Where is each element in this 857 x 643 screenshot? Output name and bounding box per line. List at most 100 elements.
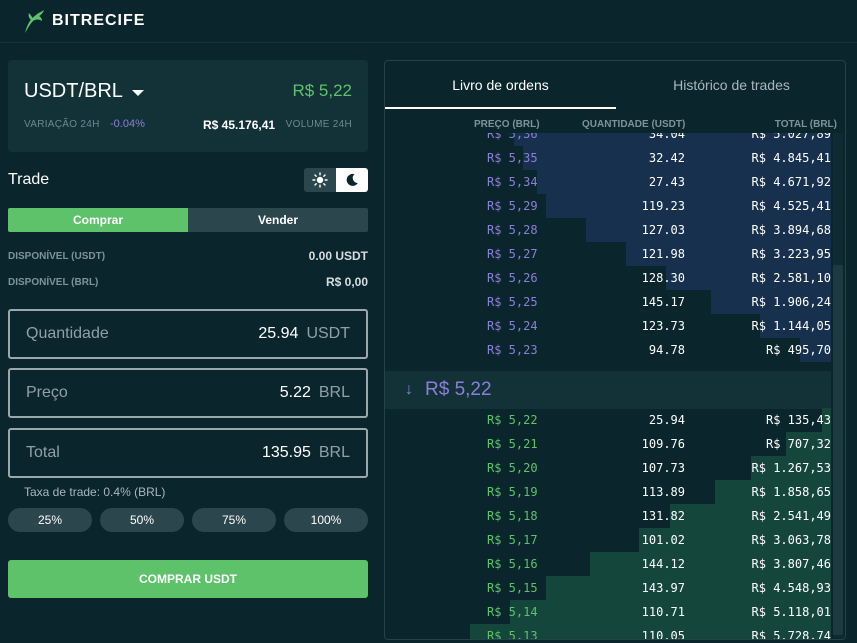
buy-usdt-button[interactable]: COMPRAR USDT <box>8 560 368 598</box>
bid-price: R$ 5,14 <box>487 605 538 619</box>
mid-price: R$ 5,22 <box>425 379 492 400</box>
ask-order-row[interactable]: R$ 5,36 34.04 R$ 5.027,89 <box>385 133 831 146</box>
bid-price: R$ 5,22 <box>487 413 538 427</box>
ask-order-row[interactable]: R$ 5,24 123.73 R$ 1.144,05 <box>385 314 831 338</box>
percent-100-button[interactable]: 100% <box>284 508 368 532</box>
ask-quantity: 127.03 <box>641 223 685 237</box>
percent-25-button[interactable]: 25% <box>8 508 92 532</box>
bid-total: R$ 3.807,46 <box>751 557 831 571</box>
ask-quantity: 123.73 <box>641 319 685 333</box>
order-book-header: PREÇO (BRL) QUANTIDADE (USDT) TOTAL (BRL… <box>385 117 845 133</box>
column-quantity: QUANTIDADE (USDT) <box>582 119 686 130</box>
moon-icon <box>346 173 358 186</box>
ask-price: R$ 5,25 <box>487 295 538 309</box>
bid-order-row[interactable]: R$ 5,13 110.05 R$ 5.728,74 <box>385 624 831 640</box>
ask-total: R$ 4.671,92 <box>751 175 831 189</box>
ask-order-row[interactable]: R$ 5,27 121.98 R$ 3.223,95 <box>385 242 831 266</box>
order-side-tabs: Comprar Vender <box>8 208 368 232</box>
pair-selector[interactable]: USDT/BRL <box>24 80 144 103</box>
total-value: 135.95 <box>261 444 311 461</box>
bid-order-row[interactable]: R$ 5,19 113.89 R$ 1.858,65 <box>385 480 831 504</box>
bid-quantity: 107.73 <box>641 461 685 475</box>
theme-light-button[interactable] <box>304 168 336 192</box>
tab-trade-history[interactable]: Histórico de trades <box>616 61 845 109</box>
ask-quantity: 34.04 <box>648 133 685 141</box>
scrollbar-thumb[interactable] <box>833 265 843 635</box>
price-field[interactable]: Preço 5.22 BRL <box>8 368 368 418</box>
percent-buttons: 25% 50% 75% 100% <box>8 508 368 532</box>
tab-sell[interactable]: Vender <box>188 208 368 232</box>
bid-price: R$ 5,16 <box>487 557 538 571</box>
pair-name: USDT/BRL <box>24 80 123 102</box>
ask-order-row[interactable]: R$ 5,34 27.43 R$ 4.671,92 <box>385 170 831 194</box>
brand-name[interactable]: BITRECIFE <box>52 12 145 30</box>
bid-quantity: 131.82 <box>641 509 685 523</box>
ask-total: R$ 4.525,41 <box>751 199 831 213</box>
ask-price: R$ 5,27 <box>487 247 538 261</box>
ask-order-row[interactable]: R$ 5,28 127.03 R$ 3.894,68 <box>385 218 831 242</box>
tab-buy[interactable]: Comprar <box>8 208 188 232</box>
app-header: BITRECIFE <box>0 0 857 43</box>
ask-order-row[interactable]: R$ 5,25 145.17 R$ 1.906,24 <box>385 290 831 314</box>
ask-price: R$ 5,29 <box>487 199 538 213</box>
tab-order-book[interactable]: Livro de ordens <box>385 61 616 109</box>
ask-price: R$ 5,36 <box>487 133 538 141</box>
bid-total: R$ 1.858,65 <box>751 485 831 499</box>
ask-price: R$ 5,24 <box>487 319 538 333</box>
ask-quantity: 128.30 <box>641 271 685 285</box>
bid-order-row[interactable]: R$ 5,17 101.02 R$ 3.063,78 <box>385 528 831 552</box>
bid-order-row[interactable]: R$ 5,18 131.82 R$ 2.541,49 <box>385 504 831 528</box>
ask-quantity: 94.78 <box>648 343 685 357</box>
bid-quantity: 101.02 <box>641 533 685 547</box>
total-field[interactable]: Total 135.95 BRL <box>8 428 368 478</box>
ask-order-row[interactable]: R$ 5,35 32.42 R$ 4.845,41 <box>385 146 831 170</box>
price-value: 5.22 <box>279 384 311 401</box>
bid-total: R$ 5.118,01 <box>751 605 831 619</box>
ask-total: R$ 3.894,68 <box>751 223 831 237</box>
bid-price: R$ 5,20 <box>487 461 538 475</box>
bid-order-row[interactable]: R$ 5,14 110.71 R$ 5.118,01 <box>385 600 831 624</box>
pair-summary-card: USDT/BRL R$ 5,22 VARIAÇÃO 24H -0.04% R$ … <box>8 60 368 152</box>
variation-value: -0.04% <box>110 118 145 130</box>
ask-order-row[interactable]: R$ 5,26 128.30 R$ 2.581,10 <box>385 266 831 290</box>
bid-order-row[interactable]: R$ 5,16 144.12 R$ 3.807,46 <box>385 552 831 576</box>
bid-price: R$ 5,19 <box>487 485 538 499</box>
quantity-field[interactable]: Quantidade 25.94 USDT <box>8 309 368 359</box>
available-brl-label: DISPONÍVEL (BRL) <box>8 276 99 288</box>
caret-down-icon <box>131 89 144 96</box>
arrow-down-icon: ↓ <box>405 381 413 398</box>
ask-quantity: 27.43 <box>648 175 685 189</box>
trade-title: Trade <box>8 171 50 188</box>
mid-price-bar: ↓ R$ 5,22 <box>385 371 831 409</box>
ask-quantity: 121.98 <box>641 247 685 261</box>
ask-price: R$ 5,34 <box>487 175 538 189</box>
total-unit: BRL <box>318 444 350 461</box>
volume-value: R$ 45.176,41 <box>203 118 276 132</box>
bid-order-row[interactable]: R$ 5,22 25.94 R$ 135,43 <box>385 408 831 432</box>
ask-total: R$ 495,70 <box>765 343 831 357</box>
ask-order-row[interactable]: R$ 5,23 94.78 R$ 495,70 <box>385 338 831 362</box>
bid-order-row[interactable]: R$ 5,21 109.76 R$ 707,32 <box>385 432 831 456</box>
column-price: PREÇO (BRL) <box>474 119 540 130</box>
order-book-panel: Livro de ordens Histórico de trades PREÇ… <box>384 60 846 640</box>
ask-orders: R$ 5,36 34.04 R$ 5.027,89 R$ 5,35 32.42 R$ 4.… <box>385 133 831 369</box>
dolphin-icon[interactable] <box>22 7 46 35</box>
available-usdt-value: 0.00 USDT <box>308 249 368 263</box>
ask-price: R$ 5,35 <box>487 151 538 165</box>
theme-dark-button[interactable] <box>336 168 368 192</box>
bid-order-row[interactable]: R$ 5,20 107.73 R$ 1.267,53 <box>385 456 831 480</box>
percent-75-button[interactable]: 75% <box>192 508 276 532</box>
bid-total: R$ 5.728,74 <box>751 629 831 640</box>
theme-toggle <box>304 168 368 192</box>
ask-total: R$ 5.027,89 <box>751 133 831 141</box>
percent-50-button[interactable]: 50% <box>100 508 184 532</box>
ask-order-row[interactable]: R$ 5,29 119.23 R$ 4.525,41 <box>385 194 831 218</box>
bid-total: R$ 707,32 <box>765 437 831 451</box>
bid-quantity: 143.97 <box>641 581 685 595</box>
variation-label: VARIAÇÃO 24H <box>24 119 100 130</box>
ask-total: R$ 1.906,24 <box>751 295 831 309</box>
available-usdt-label: DISPONÍVEL (USDT) <box>8 250 106 262</box>
ask-quantity: 145.17 <box>641 295 685 309</box>
bid-order-row[interactable]: R$ 5,15 143.97 R$ 4.548,93 <box>385 576 831 600</box>
bid-quantity: 144.12 <box>641 557 685 571</box>
